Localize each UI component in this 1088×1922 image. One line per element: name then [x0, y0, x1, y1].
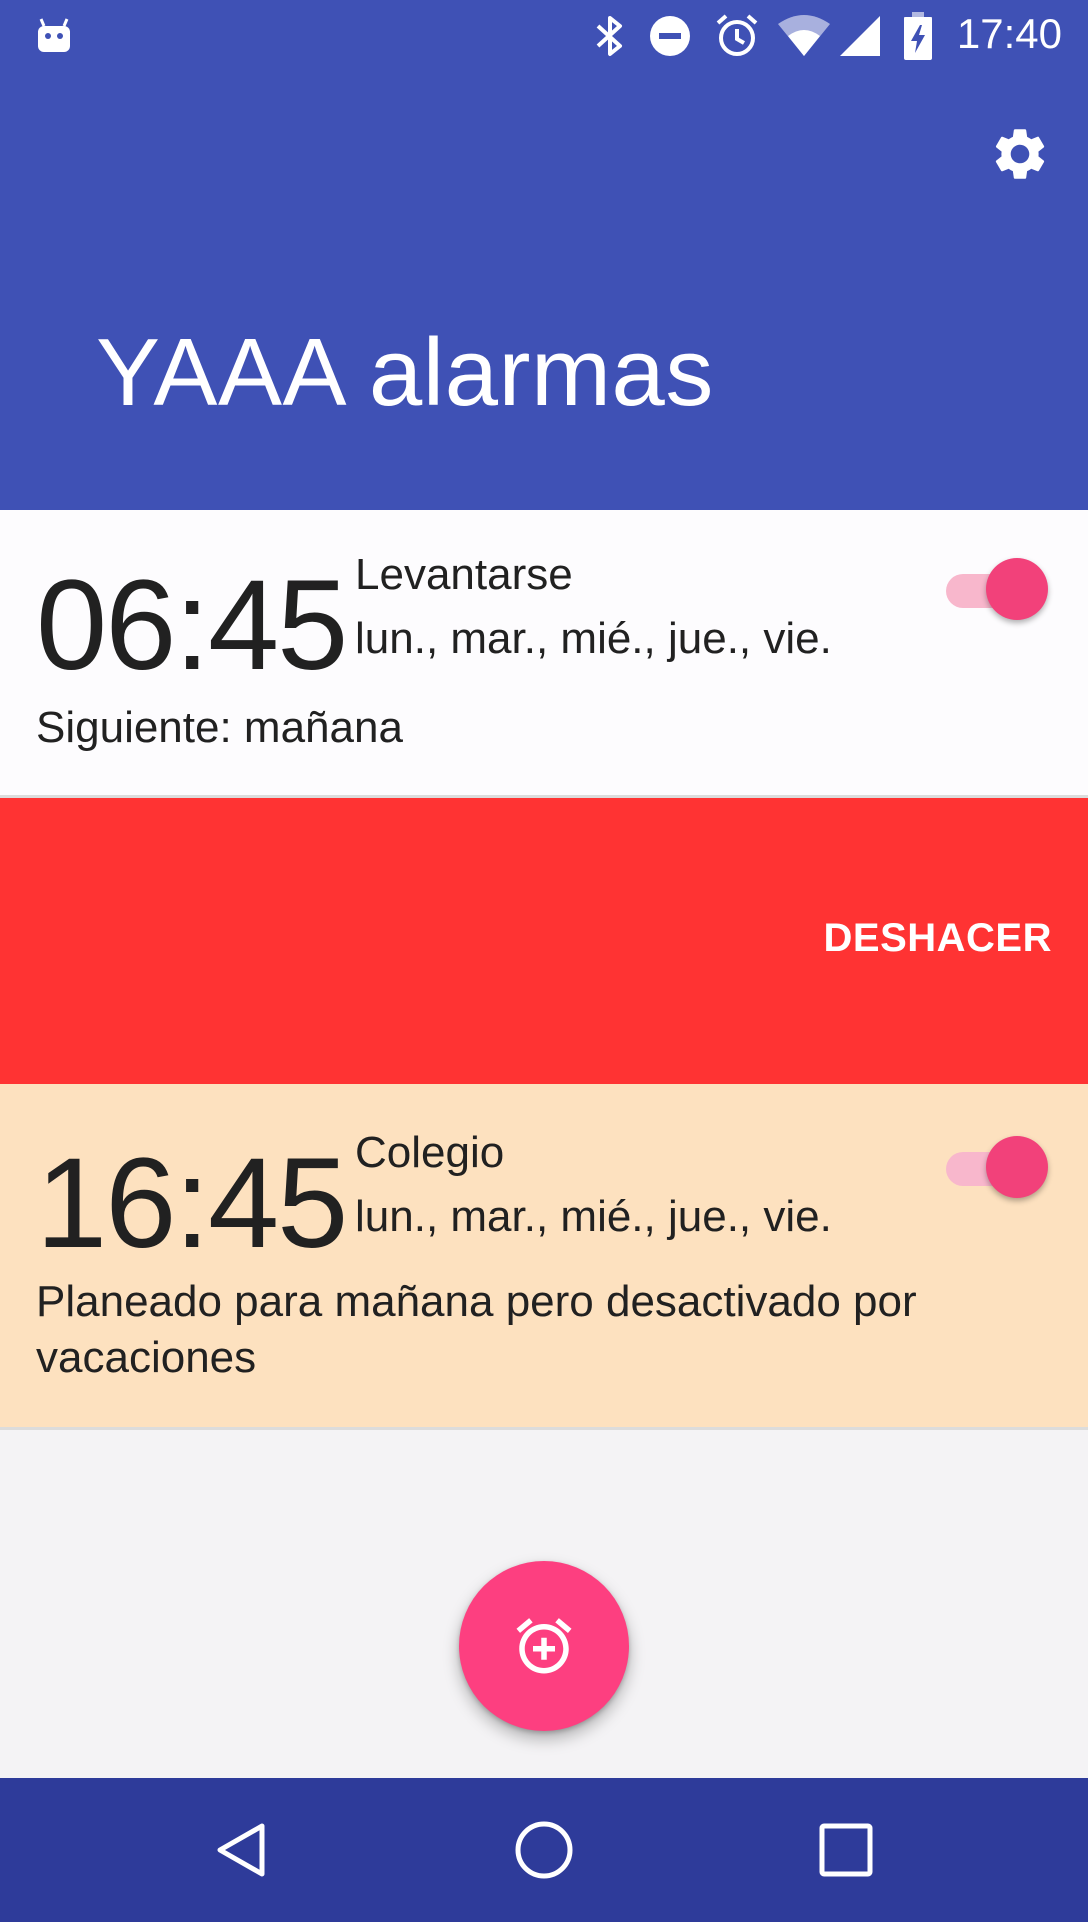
recents-button[interactable] — [776, 1778, 916, 1922]
page-title: YAAA alarmas — [96, 319, 714, 426]
add-alarm-button[interactable] — [459, 1561, 629, 1731]
alarm-next-label: Siguiente: mañana — [36, 703, 403, 752]
app-bar: 17:40 YAAA alarmas — [0, 0, 1088, 510]
wifi-icon — [776, 0, 832, 72]
alarm-name: Colegio — [355, 1128, 505, 1177]
alarm-card[interactable]: 06:45 Levantarse lun., mar., mié., jue.,… — [0, 510, 1088, 798]
alarm-icon — [714, 0, 760, 72]
recents-icon — [819, 1823, 873, 1877]
battery-charging-icon — [902, 0, 934, 72]
signal-icon — [838, 0, 882, 72]
alarm-time: 16:45 — [36, 1132, 348, 1275]
android-icon — [34, 0, 74, 72]
alarm-name: Levantarse — [355, 550, 573, 599]
alarm-card[interactable]: 16:45 Colegio lun., mar., mié., jue., vi… — [0, 1084, 1088, 1430]
toggle-thumb — [986, 558, 1048, 620]
add-alarm-icon — [516, 1618, 572, 1674]
toggle-thumb — [986, 1136, 1048, 1198]
do-not-disturb-icon — [648, 0, 692, 72]
alarm-toggle[interactable] — [946, 556, 1048, 620]
alarm-toggle[interactable] — [946, 1134, 1048, 1198]
undo-button[interactable]: DESHACER — [824, 916, 1052, 961]
navigation-bar — [0, 1778, 1088, 1922]
home-button[interactable] — [474, 1778, 614, 1922]
status-clock: 17:40 — [956, 10, 1062, 57]
bluetooth-icon — [592, 0, 628, 72]
status-bar: 17:40 — [0, 0, 1088, 72]
back-button[interactable] — [172, 1778, 312, 1922]
back-icon — [217, 1823, 265, 1877]
gear-icon — [995, 129, 1045, 179]
alarm-days: lun., mar., mié., jue., vie. — [355, 1192, 832, 1241]
alarm-status-note: Planeado para mañana pero desactivado po… — [36, 1277, 917, 1382]
alarm-time: 06:45 — [36, 554, 348, 697]
alarm-days: lun., mar., mié., jue., vie. — [355, 614, 832, 663]
home-icon — [515, 1821, 573, 1879]
settings-button[interactable] — [986, 120, 1054, 188]
undo-bar: DESHACER — [0, 798, 1088, 1084]
